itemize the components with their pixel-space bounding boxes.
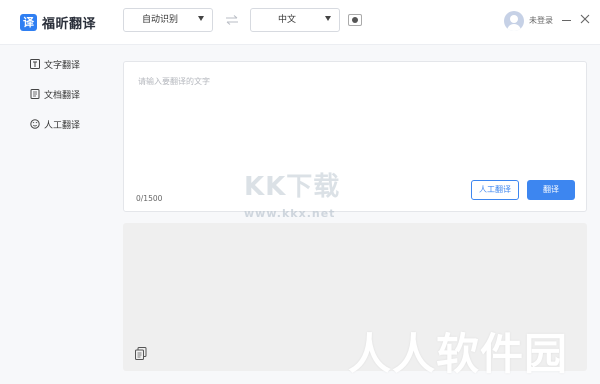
translate-button[interactable]: 翻译 (527, 180, 575, 200)
document-icon (30, 89, 40, 99)
sidebar-item-label: 文档翻译 (44, 90, 81, 101)
close-icon[interactable] (580, 14, 590, 24)
login-status[interactable]: 未登录 (529, 15, 553, 26)
swap-languages-icon[interactable] (225, 15, 239, 25)
logo-icon: 译 (20, 13, 37, 31)
watermark-kk-url: www.kkx.net (244, 207, 336, 220)
char-counter: 0/1500 (136, 194, 163, 203)
input-placeholder: 请输入要翻译的文字 (138, 77, 210, 86)
minimize-icon[interactable] (562, 20, 571, 21)
human-translation-button[interactable]: 人工翻译 (471, 180, 519, 200)
sidebar-item-label: 人工翻译 (44, 120, 81, 131)
copy-icon[interactable] (135, 347, 147, 360)
chevron-down-icon (198, 16, 204, 21)
avatar[interactable] (504, 11, 524, 31)
sidebar-item-human-translation[interactable]: 人工翻译 (0, 111, 108, 137)
watermark-rr-title: 人人软件园 (348, 330, 568, 380)
top-bar: 译 福昕翻译 自动识别 中文 未登录 (0, 0, 600, 45)
source-language-label: 自动识别 (141, 15, 178, 25)
sidebar-item-document-translation[interactable]: 文档翻译 (0, 81, 108, 107)
chevron-down-icon (325, 16, 331, 21)
camera-icon[interactable] (348, 14, 362, 26)
watermark-kk-title: KK下载 (244, 172, 341, 202)
source-text-input[interactable]: 请输入要翻译的文字 0/1500 人工翻译 翻译 (123, 61, 587, 212)
source-language-select[interactable]: 自动识别 (123, 8, 213, 32)
sidebar: 文字翻译 文档翻译 人工翻译 (0, 45, 108, 384)
sidebar-item-label: 文字翻译 (44, 60, 81, 71)
target-language-select[interactable]: 中文 (250, 8, 340, 32)
app-name: 福昕翻译 (42, 16, 97, 32)
app-logo: 译 福昕翻译 (20, 10, 96, 34)
person-icon (30, 119, 40, 129)
sidebar-item-text-translation[interactable]: 文字翻译 (0, 51, 108, 77)
text-icon (30, 59, 40, 69)
target-language-label: 中文 (277, 15, 296, 25)
